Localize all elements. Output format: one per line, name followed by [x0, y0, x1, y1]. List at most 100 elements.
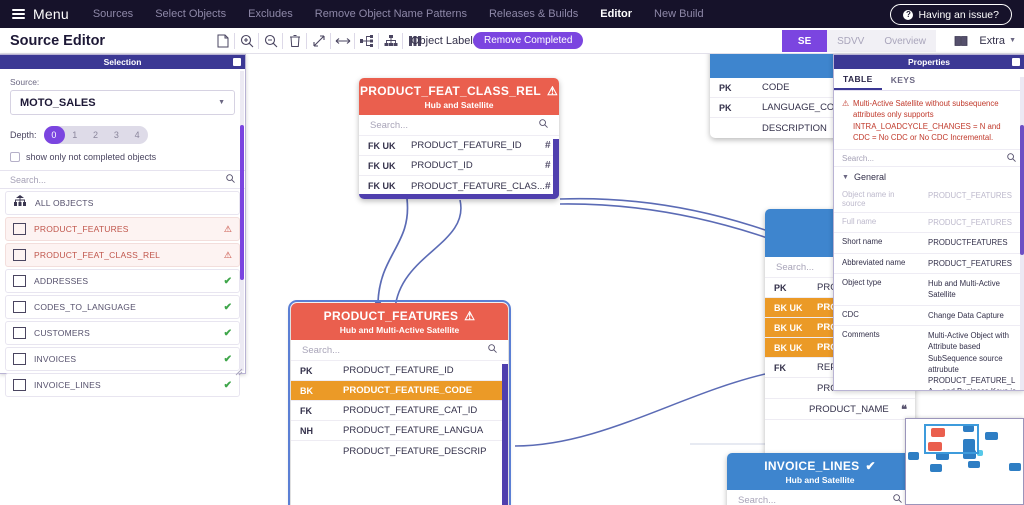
search-icon[interactable] [226, 174, 235, 185]
fit-horizontal-icon[interactable] [332, 31, 353, 52]
selection-search-input[interactable]: Search... [0, 170, 245, 189]
row-key: PK [300, 365, 313, 376]
table-row[interactable]: FK PRODUCT_FEATURE_CAT_ID [291, 401, 508, 421]
list-item-invoices[interactable]: INVOICES ✔ [5, 347, 240, 371]
node-bottom-accent [359, 194, 559, 199]
book-icon[interactable] [950, 30, 971, 51]
property-row-short-name[interactable]: Short name PRODUCTFEATURES [834, 233, 1024, 254]
property-key: Full name [842, 217, 877, 227]
show-not-completed-checkbox[interactable] [10, 152, 20, 162]
node-search-input[interactable]: Search... [727, 490, 913, 505]
minimap[interactable] [905, 418, 1024, 505]
list-item-product-features[interactable]: PRODUCT_FEATURES ⚠ [5, 217, 240, 241]
view-tab-sdvv[interactable]: SDVV [827, 30, 875, 52]
table-icon [13, 353, 26, 365]
nav-item-new-build[interactable]: New Build [654, 8, 704, 20]
minimap-viewport[interactable] [924, 424, 979, 454]
property-row-comments[interactable]: Comments Multi-Active Object with Attrib… [834, 326, 1024, 390]
node-invoice-lines[interactable]: INVOICE_LINES ✔ Hub and Satellite Search… [727, 453, 913, 505]
graph-layout-icon[interactable] [356, 31, 377, 52]
having-an-issue-button[interactable]: ? Having an issue? [890, 4, 1012, 25]
property-row-cdc[interactable]: CDC Change Data Capture [834, 306, 1024, 326]
properties-warning-text: Multi-Active Satellite without subsequen… [853, 99, 1001, 142]
search-icon[interactable] [893, 494, 902, 505]
node-product-feat-class-rel[interactable]: PRODUCT_FEAT_CLASS_REL ⚠ Hub and Satelli… [359, 78, 559, 199]
nav-item-editor[interactable]: Editor [600, 8, 632, 20]
nav-item-remove-object-name-patterns[interactable]: Remove Object Name Patterns [315, 8, 467, 20]
table-row-product-name[interactable]: PRODUCT_NAME ❝ [765, 399, 915, 420]
node-header: PRODUCT_FEATURES ⚠ Hub and Multi-Active … [291, 303, 508, 340]
property-row-object-type[interactable]: Object type Hub and Multi-Active Satelli… [834, 274, 1024, 306]
nav-item-releases-builds[interactable]: Releases & Builds [489, 8, 578, 20]
nav-item-excludes[interactable]: Excludes [248, 8, 293, 20]
nav-item-sources[interactable]: Sources [93, 8, 133, 20]
view-tab-overview[interactable]: Overview [874, 30, 936, 52]
table-row[interactable]: FK UK PRODUCT_FEATURE_CLAS... # [359, 176, 559, 196]
table-row[interactable]: PK CODE [710, 78, 844, 98]
view-tab-se[interactable]: SE [782, 30, 828, 52]
row-key: BK UK [774, 302, 803, 313]
list-item-all-objects[interactable]: ALL OBJECTS [5, 191, 240, 215]
depth-option-3[interactable]: 3 [106, 130, 127, 140]
remove-completed-button[interactable]: Remove Completed [473, 32, 584, 49]
nav-item-select-objects[interactable]: Select Objects [155, 8, 226, 20]
properties-search-input[interactable]: Search... [834, 149, 1024, 168]
delete-trash-icon[interactable] [284, 31, 305, 52]
table-row[interactable]: PK PRODUCT_FEATURE_ID [291, 361, 508, 381]
property-value: Multi-Active Object with Attribute based… [928, 330, 1016, 390]
depth-option-0[interactable]: 0 [44, 130, 65, 140]
source-select[interactable]: MOTO_SALES ▼ [10, 90, 235, 115]
list-item-invoice-lines[interactable]: INVOICE_LINES ✔ [5, 373, 240, 397]
list-item-customers[interactable]: CUSTOMERS ✔ [5, 321, 240, 345]
expand-diagonal-icon[interactable] [308, 31, 329, 52]
properties-group-general[interactable]: ▼ General [834, 167, 1024, 186]
minimize-icon[interactable] [1012, 58, 1020, 66]
panel-resize-handle[interactable] [235, 363, 243, 376]
zoom-out-icon[interactable] [260, 31, 281, 52]
table-row[interactable]: DESCRIPTION [710, 118, 844, 138]
table-row[interactable]: FK UK PRODUCT_FEATURE_ID # [359, 136, 559, 156]
source-editor-app: Menu Sources Select Objects Excludes Rem… [0, 0, 1024, 505]
table-row[interactable]: NH PRODUCT_FEATURE_LANGUA [291, 421, 508, 441]
zoom-in-icon[interactable] [236, 31, 257, 52]
minimize-icon[interactable] [233, 58, 241, 66]
list-item-product-feat-class-rel[interactable]: PRODUCT_FEAT_CLASS_REL ⚠ [5, 243, 240, 267]
selection-scrollbar-thumb[interactable] [240, 125, 244, 280]
node-codes-to-language[interactable]: PK CODE PK LANGUAGE_COD DESCRIPTION [710, 54, 844, 138]
view-switch-group: SE SDVV Overview [782, 30, 936, 52]
table-row[interactable]: BK PRODUCT_FEATURE_CODE [291, 381, 508, 401]
properties-scrollbar-thumb[interactable] [1020, 125, 1024, 255]
list-item-label: PRODUCT_FEATURES [34, 224, 129, 234]
table-icon [13, 379, 26, 391]
property-row-abbreviated-name[interactable]: Abbreviated name PRODUCT_FEATURES [834, 254, 1024, 275]
tab-table[interactable]: TABLE [834, 69, 882, 90]
list-item-codes-to-language[interactable]: CODES_TO_LANGUAGE ✔ [5, 295, 240, 319]
search-icon[interactable] [1007, 152, 1016, 164]
depth-track[interactable]: 0 1 2 3 4 [43, 126, 148, 144]
tab-keys[interactable]: KEYS [882, 69, 925, 90]
list-item-addresses[interactable]: ADDRESSES ✔ [5, 269, 240, 293]
warning-triangle-icon: ⚠ [223, 249, 232, 260]
warning-triangle-icon: ⚠ [842, 99, 849, 108]
node-search-input[interactable]: Search... [291, 340, 508, 361]
depth-selector: Depth: 0 1 2 3 4 [10, 126, 235, 144]
top-menu-bar: Menu Sources Select Objects Excludes Rem… [0, 0, 1024, 28]
hamburger-menu-icon[interactable] [12, 9, 25, 19]
menu-label[interactable]: Menu [33, 6, 69, 22]
extra-dropdown[interactable]: Extra ▼ [979, 35, 1016, 47]
table-row[interactable]: PK LANGUAGE_COD [710, 98, 844, 118]
depth-option-1[interactable]: 1 [64, 130, 85, 140]
selection-panel-title: Selection [103, 57, 142, 67]
search-icon[interactable] [539, 119, 548, 131]
new-document-icon[interactable] [212, 31, 233, 52]
hierarchy-layout-icon[interactable] [380, 31, 401, 52]
table-row[interactable]: FK UK PRODUCT_ID # [359, 156, 559, 176]
node-search-input[interactable]: Search... [359, 115, 559, 136]
depth-option-2[interactable]: 2 [85, 130, 106, 140]
table-row[interactable]: PRODUCT_FEATURE_DESCRIP [291, 441, 508, 461]
node-product-features[interactable]: PRODUCT_FEATURES ⚠ Hub and Multi-Active … [288, 300, 511, 505]
row-value: PRODUCT_FEATURE_LANGUA [343, 425, 484, 436]
node-subtitle: Hub and Satellite [785, 475, 855, 485]
search-icon[interactable] [488, 344, 497, 356]
depth-option-4[interactable]: 4 [127, 130, 148, 140]
